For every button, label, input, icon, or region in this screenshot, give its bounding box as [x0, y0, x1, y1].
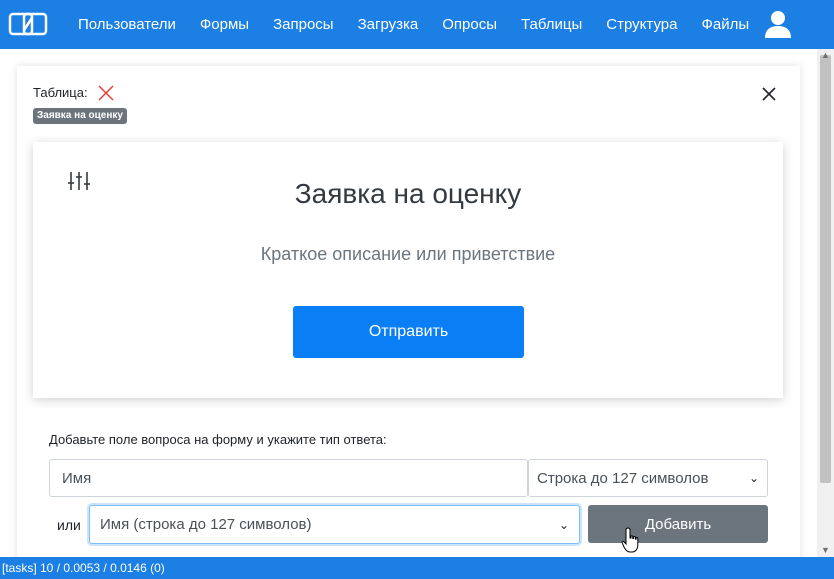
- top-navbar: Пользователи Формы Запросы Загрузка Опро…: [0, 0, 834, 49]
- form-description: Краткое описание или приветствие: [260, 244, 556, 264]
- nav-item-users[interactable]: Пользователи: [66, 16, 188, 33]
- or-label: или: [57, 517, 81, 533]
- nav-item-upload[interactable]: Загрузка: [346, 16, 431, 33]
- field-name-input[interactable]: [49, 459, 528, 497]
- chevron-down-icon: ⌄: [558, 517, 569, 532]
- form-preview-card: Заявка на оценку Краткое описание или пр…: [33, 142, 783, 398]
- remove-table-icon[interactable]: [97, 84, 115, 102]
- status-bar: [tasks] 10 / 0.0053 / 0.0146 (0): [0, 557, 834, 579]
- form-editor-modal: Таблица: Заявка на оценку Заявка на оцен…: [17, 66, 800, 566]
- scroll-up-icon[interactable]: ▲: [817, 49, 834, 61]
- add-field-label: Добавьте поле вопроса на форму и укажите…: [49, 432, 387, 447]
- answer-type-value: Строка до 127 символов: [537, 469, 709, 487]
- nav-item-structure[interactable]: Структура: [594, 16, 689, 33]
- add-field-button[interactable]: Добавить: [588, 505, 768, 543]
- answer-type-select[interactable]: Строка до 127 символов ⌄: [528, 459, 768, 497]
- user-icon[interactable]: [762, 8, 794, 40]
- nav-item-requests[interactable]: Запросы: [261, 16, 346, 33]
- brand-logo-icon[interactable]: [8, 10, 48, 38]
- preset-field-select[interactable]: Имя (строка до 127 символов) ⌄: [89, 505, 580, 544]
- nav-item-forms[interactable]: Формы: [188, 16, 261, 33]
- scrollbar-thumb[interactable]: [820, 55, 831, 483]
- submit-button[interactable]: Отправить: [293, 306, 524, 358]
- close-icon[interactable]: [761, 86, 777, 102]
- table-label: Таблица:: [33, 85, 88, 100]
- scroll-down-icon[interactable]: ▼: [817, 544, 834, 556]
- form-title: Заявка на оценку: [294, 178, 522, 209]
- nav-item-files[interactable]: Файлы: [689, 16, 761, 33]
- nav-item-surveys[interactable]: Опросы: [430, 16, 509, 33]
- nav-menu: Пользователи Формы Запросы Загрузка Опро…: [66, 0, 761, 49]
- table-name-badge: Заявка на оценку: [33, 108, 127, 124]
- hand-cursor-icon: [621, 527, 639, 553]
- nav-item-tables[interactable]: Таблицы: [509, 16, 594, 33]
- chevron-down-icon: ⌄: [748, 471, 759, 485]
- status-text: [tasks] 10 / 0.0053 / 0.0146 (0): [2, 561, 165, 575]
- preset-field-value: Имя (строка до 127 символов): [100, 516, 312, 533]
